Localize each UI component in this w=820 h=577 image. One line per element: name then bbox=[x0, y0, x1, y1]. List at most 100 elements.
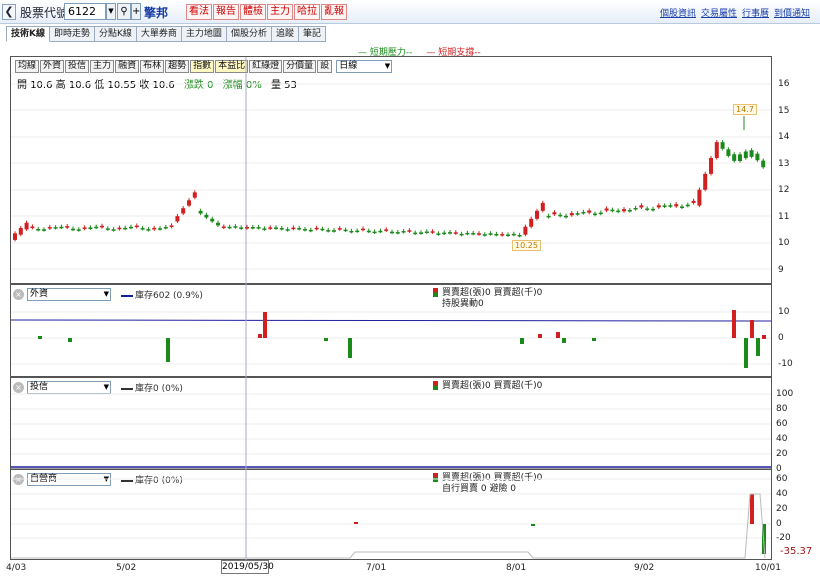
candle-body bbox=[656, 205, 661, 208]
foreign-bar bbox=[324, 338, 328, 341]
trust-tick: 0 bbox=[776, 464, 782, 474]
candle-body bbox=[395, 232, 400, 234]
foreign-bar bbox=[263, 312, 267, 338]
dealer-bar bbox=[531, 524, 535, 526]
candle-body bbox=[494, 233, 499, 236]
candle-body bbox=[169, 225, 174, 227]
candle-body bbox=[76, 229, 81, 231]
candle-body bbox=[326, 230, 331, 232]
candle-body bbox=[413, 232, 418, 235]
candle-body bbox=[378, 230, 383, 233]
candle-body bbox=[204, 214, 209, 218]
candle-body bbox=[390, 231, 394, 234]
candle-body bbox=[424, 231, 429, 233]
candle-body bbox=[407, 230, 412, 232]
candle-body bbox=[622, 209, 626, 212]
candle-body bbox=[198, 210, 203, 214]
candle-body bbox=[30, 226, 35, 229]
price-tick: 14 bbox=[778, 132, 790, 142]
candle-body bbox=[430, 231, 435, 233]
high-price-tip: 14.7 bbox=[733, 104, 757, 115]
candle-body bbox=[181, 208, 186, 214]
candle-body bbox=[227, 226, 232, 229]
candle-body bbox=[355, 230, 360, 233]
candle-body bbox=[604, 208, 609, 211]
candle-body bbox=[111, 229, 116, 231]
candle-body bbox=[13, 233, 17, 240]
dealer-bar bbox=[354, 522, 358, 524]
candle-body bbox=[552, 212, 557, 215]
candle-body bbox=[517, 234, 522, 237]
candle-body bbox=[401, 231, 406, 233]
candle-body bbox=[245, 227, 249, 229]
candle-body bbox=[239, 227, 244, 229]
candle-body bbox=[82, 227, 87, 229]
candle-body bbox=[175, 216, 180, 222]
foreign-tick: -10 bbox=[778, 359, 793, 369]
foreign-bar bbox=[750, 320, 754, 338]
candle-body bbox=[627, 210, 632, 212]
candle-body bbox=[320, 228, 325, 231]
foreign-bar bbox=[562, 338, 566, 343]
price-tick: 15 bbox=[778, 106, 790, 116]
crosshair-date: 2019/05/30 bbox=[221, 560, 274, 574]
candle-body bbox=[535, 210, 539, 219]
x-tick: 7/01 bbox=[366, 563, 387, 573]
candle-body bbox=[680, 206, 684, 208]
candle-body bbox=[216, 222, 220, 226]
candle-body bbox=[117, 227, 122, 230]
trust-tick: 60 bbox=[776, 419, 788, 429]
trust-tick: 20 bbox=[776, 449, 788, 459]
candle-body bbox=[529, 218, 534, 227]
candle-body bbox=[158, 228, 162, 230]
candle-body bbox=[436, 233, 441, 235]
candle-body bbox=[256, 227, 261, 229]
dealer-tick: 20 bbox=[776, 504, 788, 514]
dealer-tick: -20 bbox=[776, 533, 791, 543]
candle-body bbox=[285, 229, 290, 231]
candle-body bbox=[100, 225, 104, 228]
foreign-bar bbox=[348, 338, 352, 358]
candle-body bbox=[372, 231, 377, 234]
foreign-bar bbox=[762, 335, 766, 339]
x-tick: 8/01 bbox=[506, 563, 527, 573]
candle-body bbox=[523, 226, 528, 235]
candle-body bbox=[674, 204, 679, 207]
candle-body bbox=[743, 151, 748, 159]
foreign-bar bbox=[38, 336, 42, 339]
candle-body bbox=[755, 153, 760, 161]
candle-body bbox=[732, 154, 737, 161]
candle-body bbox=[419, 232, 423, 234]
price-tick: 12 bbox=[778, 185, 790, 195]
low-price-tip: 10.25 bbox=[512, 240, 541, 251]
candle-body bbox=[477, 233, 481, 235]
candle-body bbox=[575, 213, 580, 215]
candle-body bbox=[94, 226, 99, 229]
candle-body bbox=[250, 227, 255, 229]
candle-body bbox=[221, 226, 226, 228]
candle-body bbox=[53, 227, 58, 229]
candle-body bbox=[384, 229, 389, 231]
candle-body bbox=[65, 226, 70, 228]
candle-body bbox=[616, 210, 621, 213]
candle-body bbox=[581, 211, 586, 214]
candle-body bbox=[442, 232, 447, 235]
candle-body bbox=[349, 230, 354, 233]
candle-body bbox=[18, 228, 23, 235]
candle-body bbox=[187, 200, 191, 206]
candle-body bbox=[633, 207, 638, 210]
candle-body bbox=[749, 150, 754, 157]
candle-body bbox=[459, 233, 464, 236]
candle-body bbox=[24, 222, 29, 230]
candle-body bbox=[337, 228, 342, 230]
candle-body bbox=[720, 142, 725, 149]
price-tick: 11 bbox=[778, 212, 790, 222]
foreign-bar bbox=[744, 338, 748, 368]
trust-tick: 100 bbox=[776, 389, 794, 399]
candle-body bbox=[703, 173, 708, 190]
x-tick: 5/02 bbox=[116, 563, 137, 573]
candle-body bbox=[662, 205, 667, 207]
candle-body bbox=[453, 232, 458, 234]
candle-body bbox=[511, 233, 516, 236]
candle-body bbox=[163, 227, 168, 229]
